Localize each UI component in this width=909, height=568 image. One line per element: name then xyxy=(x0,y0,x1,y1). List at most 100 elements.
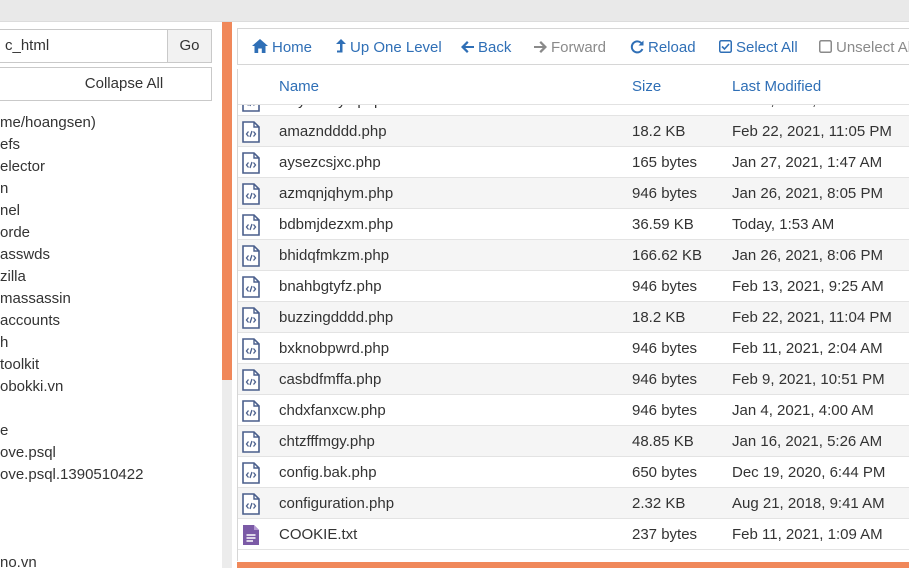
refresh-icon xyxy=(630,29,644,66)
column-header-name[interactable]: Name xyxy=(279,69,319,105)
file-size: 18.2 KB xyxy=(632,123,686,140)
file-name: casbdfmffa.php xyxy=(279,371,382,388)
back-button[interactable]: Back xyxy=(461,29,511,66)
table-row[interactable]: COOKIE.txt 237 bytes Feb 11, 2021, 1:09 AM xyxy=(238,519,909,550)
file-size: 18.2 KB xyxy=(632,309,686,326)
file-modified: Feb 22, 2021, 11:04 PM xyxy=(732,309,892,326)
table-row[interactable]: chdxfanxcw.php 946 bytes Jan 4, 2021, 4:00… xyxy=(238,395,909,426)
tree-item xyxy=(0,486,222,508)
tree-item[interactable]: accounts xyxy=(0,310,222,332)
table-row[interactable]: azmqnjqhym.php 946 bytes Jan 26, 2021, 8:0… xyxy=(238,178,909,209)
table-header: Name Size Last Modified xyxy=(238,69,909,105)
horizontal-scrollbar[interactable] xyxy=(237,562,909,568)
tree-item[interactable]: elector xyxy=(0,156,222,178)
go-button[interactable]: Go xyxy=(167,29,212,63)
table-row[interactable]: configuration.php 2.32 KB Aug 21, 2018, 9:… xyxy=(238,488,909,519)
file-rows: alcybewryx.php48.85 KBFeb 9, 2021, 1:43 … xyxy=(238,85,909,550)
file-size: 36.59 KB xyxy=(632,216,694,233)
tree-item xyxy=(0,508,222,530)
browser-top-strip xyxy=(0,0,909,22)
tree-item[interactable]: zilla xyxy=(0,266,222,288)
tree-item[interactable]: h xyxy=(0,332,222,354)
tree-item[interactable]: massassin xyxy=(0,288,222,310)
file-table: Name Size Last Modified alcybewryx.php48… xyxy=(237,69,909,561)
file-modified: Jan 26, 2021, 8:05 PM xyxy=(732,185,883,202)
folder-tree-panel: c_html Go Collapse All me/hoangsen) efs el… xyxy=(0,22,222,568)
table-row[interactable]: aysezcsjxc.php 165 bytes Jan 27, 2021, 1:4… xyxy=(238,147,909,178)
select-all-label: Select All xyxy=(736,39,798,56)
table-row[interactable]: bxknobpwrd.php 946 bytes Feb 11, 2021, 2:0… xyxy=(238,333,909,364)
tree-item[interactable]: efs xyxy=(0,134,222,156)
table-row[interactable]: casbdfmffa.php 946 bytes Feb 9, 2021, 10:5… xyxy=(238,364,909,395)
tree-item[interactable]: asswds xyxy=(0,244,222,266)
file-modified: Jan 16, 2021, 5:26 AM xyxy=(732,433,883,450)
file-modified: Jan 27, 2021, 1:47 AM xyxy=(732,154,883,171)
file-name: COOKIE.txt xyxy=(279,526,358,543)
php-file-icon xyxy=(242,307,262,329)
file-modified: Feb 13, 2021, 9:25 AM xyxy=(732,278,884,295)
file-name: azmqnjqhym.php xyxy=(279,185,394,202)
file-name: aysezcsjxc.php xyxy=(279,154,381,171)
file-name: bnahbgtyfz.php xyxy=(279,278,382,295)
home-button[interactable]: Home xyxy=(252,29,312,66)
tree-item xyxy=(0,530,222,552)
table-row[interactable]: bdbmjdezxm.php 36.59 KB Today, 1:53 AM xyxy=(238,209,909,240)
php-file-icon xyxy=(242,214,262,236)
tree-item[interactable]: obokki.vn xyxy=(0,376,222,398)
tree-item[interactable]: toolkit xyxy=(0,354,222,376)
tree-item xyxy=(0,398,222,420)
up-one-level-button[interactable]: Up One Level xyxy=(336,29,442,66)
php-file-icon xyxy=(242,183,262,205)
file-list-panel: Home Up One Level Back Forward Reload Se xyxy=(237,28,909,568)
column-header-last-modified[interactable]: Last Modified xyxy=(732,69,821,105)
path-input[interactable]: c_html xyxy=(0,29,168,63)
table-row[interactable]: chtzfffmgy.php 48.85 KB Jan 16, 2021, 5:26… xyxy=(238,426,909,457)
php-file-icon xyxy=(242,276,262,298)
table-row[interactable]: amazndddd.php 18.2 KB Feb 22, 2021, 11:05 … xyxy=(238,116,909,147)
file-size: 946 bytes xyxy=(632,340,698,357)
select-all-button[interactable]: Select All xyxy=(719,29,798,66)
tree-item[interactable]: nel xyxy=(0,200,222,222)
file-name: chtzfffmgy.php xyxy=(279,433,375,450)
file-name: chdxfanxcw.php xyxy=(279,402,386,419)
level-up-icon xyxy=(336,29,346,66)
file-modified: Feb 11, 2021, 1:09 AM xyxy=(732,526,883,543)
unselect-all-label: Unselect All xyxy=(836,39,909,56)
up-one-level-label: Up One Level xyxy=(350,39,442,56)
file-size: 165 bytes xyxy=(632,154,698,171)
file-modified: Jan 4, 2021, 4:00 AM xyxy=(732,402,874,419)
file-modified: Feb 11, 2021, 2:04 AM xyxy=(732,340,883,357)
table-row[interactable]: config.bak.php 650 bytes Dec 19, 2020, 6:4… xyxy=(238,457,909,488)
file-name: configuration.php xyxy=(279,495,395,512)
file-name: buzzingdddd.php xyxy=(279,309,394,326)
text-file-icon xyxy=(242,524,262,546)
php-file-icon xyxy=(242,493,262,515)
arrow-right-icon xyxy=(534,29,547,66)
reload-label: Reload xyxy=(648,39,696,56)
column-header-size[interactable]: Size xyxy=(632,69,661,105)
tree-item[interactable]: ove.psql.1390510422 xyxy=(0,464,222,486)
tree-item[interactable]: no.vn xyxy=(0,552,222,568)
file-size: 946 bytes xyxy=(632,278,698,295)
tree-item[interactable]: e xyxy=(0,420,222,442)
table-row[interactable]: bnahbgtyfz.php 946 bytes Feb 13, 2021, 9:2… xyxy=(238,271,909,302)
tree-item[interactable]: orde xyxy=(0,222,222,244)
table-row[interactable]: bhidqfmkzm.php 166.62 KB Jan 26, 2021, 8:0… xyxy=(238,240,909,271)
arrow-left-icon xyxy=(461,29,474,66)
tree-item[interactable]: ove.psql xyxy=(0,442,222,464)
table-row[interactable]: buzzingdddd.php 18.2 KB Feb 22, 2021, 11:0… xyxy=(238,302,909,333)
php-file-icon xyxy=(242,121,262,143)
unselect-all-button[interactable]: Unselect All xyxy=(819,29,909,66)
tree-item[interactable]: me/hoangsen) xyxy=(0,112,222,134)
forward-label: Forward xyxy=(551,39,607,56)
collapse-all-button[interactable]: Collapse All xyxy=(0,67,212,101)
reload-button[interactable]: Reload xyxy=(630,29,696,66)
checkbox-checked-icon xyxy=(719,29,732,66)
left-scrollbar-thumb[interactable] xyxy=(222,22,232,380)
file-size: 946 bytes xyxy=(632,185,698,202)
file-size: 237 bytes xyxy=(632,526,698,543)
forward-button[interactable]: Forward xyxy=(534,29,606,66)
home-label: Home xyxy=(272,39,313,56)
home-icon xyxy=(252,29,268,66)
tree-item[interactable]: n xyxy=(0,178,222,200)
